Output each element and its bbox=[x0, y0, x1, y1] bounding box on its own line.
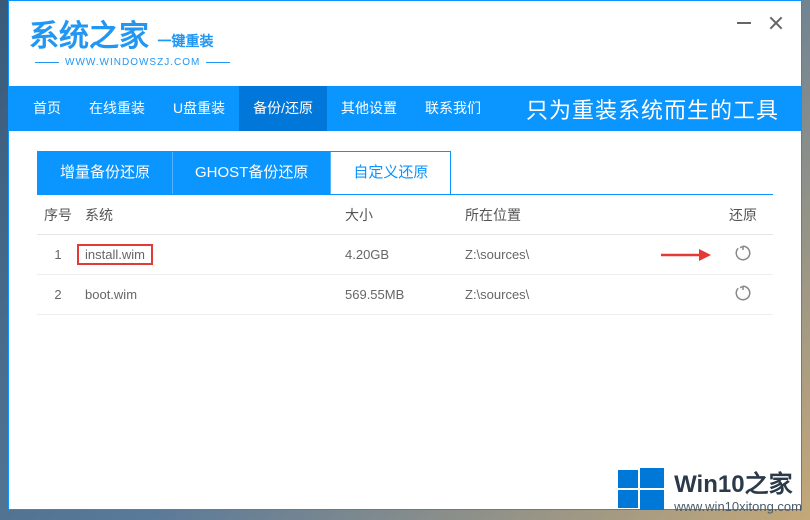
header-system: 系统 bbox=[85, 205, 345, 225]
brand-name: 系统之家 bbox=[29, 11, 149, 55]
header-num: 序号 bbox=[37, 205, 85, 225]
window-controls bbox=[737, 16, 783, 30]
watermark-text: Win10之家 www.win10xitong.com bbox=[674, 464, 802, 514]
nav-usb-reinstall[interactable]: U盘重装 bbox=[159, 86, 239, 131]
watermark: Win10之家 www.win10xitong.com bbox=[618, 464, 802, 514]
filename-highlighted: install.wim bbox=[77, 244, 153, 265]
header-size: 大小 bbox=[345, 205, 465, 225]
close-button[interactable] bbox=[769, 16, 783, 30]
nav-tagline: 只为重装系统而生的工具 bbox=[526, 93, 791, 125]
brand-url: WWW.WINDOWSZJ.COM bbox=[29, 57, 781, 68]
cell-num: 2 bbox=[37, 287, 85, 302]
subtab-incremental[interactable]: 增量备份还原 bbox=[38, 152, 173, 194]
cell-system: install.wim bbox=[85, 247, 345, 262]
table-row: 1 install.wim 4.20GB Z:\sources\ bbox=[37, 235, 773, 275]
subtab-custom-restore[interactable]: 自定义还原 bbox=[331, 152, 451, 194]
brand-subtitle: 一键重装 bbox=[157, 33, 213, 49]
cell-size: 569.55MB bbox=[345, 287, 465, 302]
watermark-title: Win10之家 bbox=[674, 464, 802, 499]
nav-backup-restore[interactable]: 备份/还原 bbox=[239, 86, 327, 131]
table-row: 2 boot.wim 569.55MB Z:\sources\ bbox=[37, 275, 773, 315]
cell-location: Z:\sources\ bbox=[465, 287, 713, 302]
restore-table: 序号 系统 大小 所在位置 还原 1 install.wim 4.20GB Z:… bbox=[37, 194, 773, 315]
minimize-button[interactable] bbox=[737, 22, 751, 24]
cell-system: boot.wim bbox=[85, 287, 345, 302]
app-window: 系统之家 一键重装 WWW.WINDOWSZJ.COM 首页 在线重装 U盘重装… bbox=[8, 0, 802, 510]
header-location: 所在位置 bbox=[465, 205, 713, 225]
nav-contact[interactable]: 联系我们 bbox=[411, 86, 495, 131]
nav-home[interactable]: 首页 bbox=[19, 86, 75, 131]
nav-online-reinstall[interactable]: 在线重装 bbox=[75, 86, 159, 131]
sub-tabs: 增量备份还原 GHOST备份还原 自定义还原 bbox=[37, 151, 451, 194]
main-nav: 首页 在线重装 U盘重装 备份/还原 其他设置 联系我们 只为重装系统而生的工具 bbox=[9, 86, 801, 131]
pointer-arrow-icon bbox=[661, 249, 711, 261]
restore-icon[interactable] bbox=[734, 284, 752, 302]
cell-action bbox=[713, 284, 773, 305]
watermark-url: www.win10xitong.com bbox=[674, 499, 802, 514]
titlebar: 系统之家 一键重装 WWW.WINDOWSZJ.COM bbox=[9, 1, 801, 86]
content-area: 增量备份还原 GHOST备份还原 自定义还原 序号 系统 大小 所在位置 还原 … bbox=[9, 131, 801, 335]
cell-action bbox=[713, 244, 773, 265]
windows-logo-icon bbox=[618, 466, 664, 512]
subtab-ghost[interactable]: GHOST备份还原 bbox=[173, 152, 331, 194]
header-action: 还原 bbox=[713, 205, 773, 225]
nav-other-settings[interactable]: 其他设置 bbox=[327, 86, 411, 131]
table-header: 序号 系统 大小 所在位置 还原 bbox=[37, 195, 773, 235]
restore-icon[interactable] bbox=[734, 244, 752, 262]
cell-size: 4.20GB bbox=[345, 247, 465, 262]
